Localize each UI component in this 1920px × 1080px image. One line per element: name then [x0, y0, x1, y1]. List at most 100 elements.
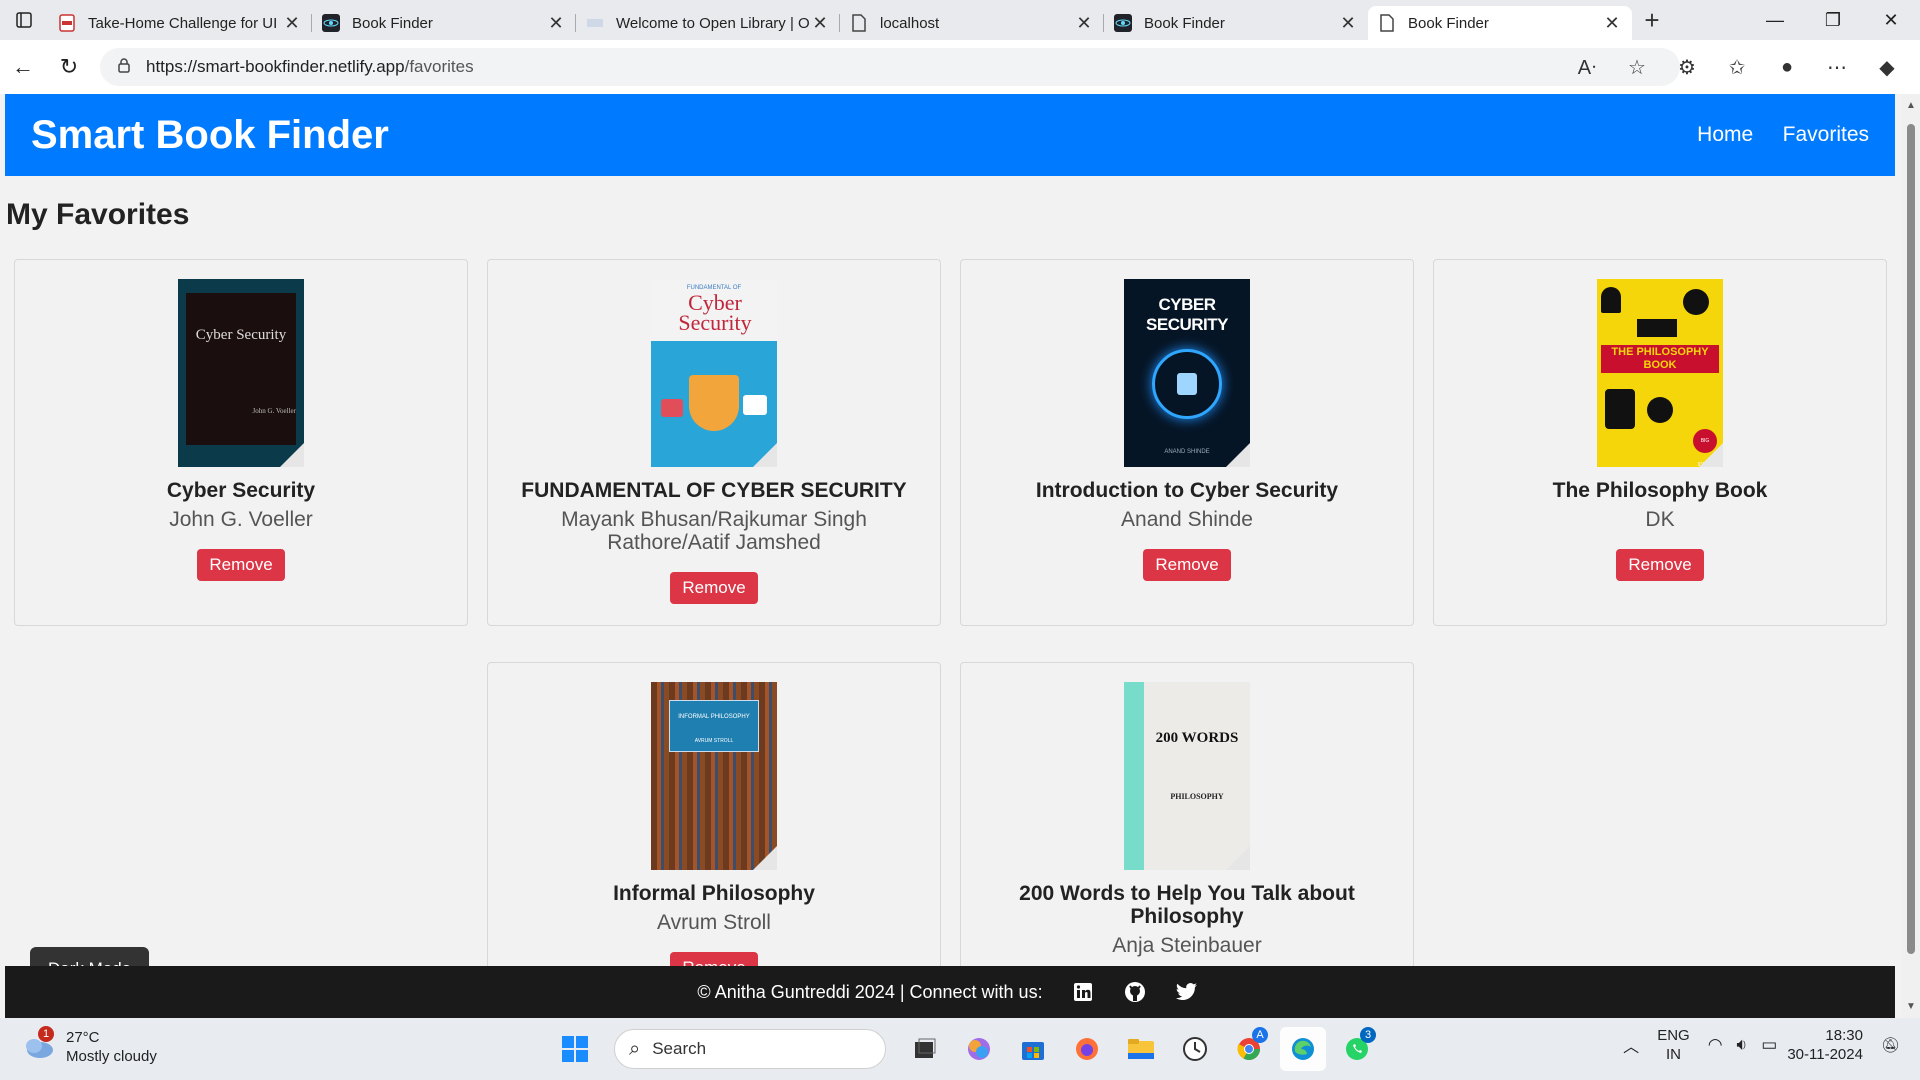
book-author: John G. Voeller [169, 508, 313, 531]
store-icon[interactable] [1010, 1027, 1056, 1071]
browser-tab-2[interactable]: Book Finder ✕ [312, 6, 576, 40]
windows-start-icon[interactable] [552, 1027, 598, 1071]
file-explorer-icon[interactable] [1118, 1027, 1164, 1071]
copilot-app-icon[interactable] [956, 1027, 1002, 1071]
notification-bell-icon[interactable]: 🔕︎ [1881, 1036, 1900, 1054]
weather-widget[interactable]: 1 27°C Mostly cloudy [22, 1026, 157, 1066]
more-menu-icon[interactable]: ⋯ [1814, 48, 1860, 86]
nav-favorites-link[interactable]: Favorites [1783, 123, 1869, 146]
restore-icon[interactable]: ❐ [1804, 0, 1862, 40]
tab-actions-button[interactable] [0, 0, 48, 40]
copilot-icon[interactable]: ◆ [1864, 48, 1910, 86]
browser-tab-3[interactable]: Welcome to Open Library | O ✕ [576, 6, 840, 40]
book-card: INFORMAL PHILOSOPHY AVRUM STROLL Informa… [487, 662, 941, 992]
site-title: Smart Book Finder [31, 112, 389, 157]
book-title: Informal Philosophy [613, 882, 815, 905]
minimize-icon[interactable]: — [1746, 0, 1804, 40]
cover-title: Cyber Security [195, 327, 287, 343]
window-controls: — ❐ ✕ [1746, 0, 1920, 40]
remove-button[interactable]: Remove [670, 572, 758, 604]
input-language[interactable]: ENG IN [1657, 1026, 1690, 1064]
cover-title: Cyber Security [678, 290, 752, 335]
cover-title: THE PHILOSOPHY BOOK [1601, 345, 1719, 373]
close-tab-icon[interactable]: ✕ [1338, 13, 1358, 34]
close-tab-icon[interactable]: ✕ [546, 13, 566, 34]
whatsapp-unread-badge: 3 [1360, 1027, 1376, 1043]
book-title: Introduction to Cyber Security [1035, 479, 1339, 502]
book-cover-image: CYBER SECURITY ANAND SHINDE [1124, 279, 1250, 467]
github-icon[interactable] [1119, 976, 1151, 1008]
lang-region: IN [1665, 1046, 1681, 1063]
scrollbar-thumb[interactable] [1907, 124, 1915, 954]
book-card: Cyber Security John G. Voeller Cyber Sec… [14, 259, 468, 626]
reload-button[interactable]: ↻ [46, 47, 92, 87]
react-icon [322, 14, 340, 32]
back-button[interactable]: ← [0, 47, 46, 87]
taskbar-clock[interactable]: 18:30 30-11-2024 [1787, 1026, 1863, 1064]
book-title: FUNDAMENTAL OF CYBER SECURITY [521, 479, 907, 502]
book-author: Anand Shinde [1121, 508, 1253, 531]
favorites-bar-icon[interactable]: ✩ [1714, 48, 1760, 86]
page-scrollbar[interactable]: ▲ ▼ [1902, 94, 1920, 1018]
book-card: CYBER SECURITY ANAND SHINDE Introduction… [960, 259, 1414, 626]
search-icon: ⌕ [629, 1037, 641, 1060]
close-tab-icon[interactable]: ✕ [1602, 13, 1622, 34]
browser-tab-4[interactable]: localhost ✕ [840, 6, 1104, 40]
twitter-icon[interactable] [1171, 976, 1203, 1008]
linkedin-icon[interactable] [1067, 976, 1099, 1008]
scroll-down-icon[interactable]: ▼ [1906, 1001, 1916, 1012]
cover-author: AVRUM STROLL [694, 738, 734, 744]
remove-button[interactable]: Remove [1143, 549, 1231, 581]
firefox-icon[interactable] [1064, 1027, 1110, 1071]
whatsapp-icon[interactable]: 3 [1334, 1027, 1380, 1071]
close-tab-icon[interactable]: ✕ [1074, 13, 1094, 34]
battery-icon: ▭ [1761, 1035, 1778, 1054]
close-window-icon[interactable]: ✕ [1862, 0, 1920, 40]
address-bar-row: ← ↻ https://smart-bookfinder.netlify.app… [0, 40, 1920, 94]
favorite-star-icon[interactable]: ☆ [1614, 48, 1660, 86]
close-tab-icon[interactable]: ✕ [282, 13, 302, 34]
browser-tab-5[interactable]: Book Finder ✕ [1104, 6, 1368, 40]
extensions-icon[interactable]: ⚙ [1664, 48, 1710, 86]
book-author: Anja Steinbauer [1112, 934, 1262, 957]
book-author: DK [1645, 508, 1675, 531]
scroll-up-icon[interactable]: ▲ [1906, 100, 1916, 111]
site-header: Smart Book Finder Home Favorites [5, 94, 1895, 176]
tray-indicators[interactable]: ◠ 🔉︎ ▭ [1708, 1035, 1778, 1055]
profile-avatar-icon[interactable]: ● [1764, 48, 1810, 86]
chrome-icon[interactable]: A [1226, 1027, 1272, 1071]
page-icon [850, 14, 868, 32]
new-tab-button[interactable]: + [1632, 5, 1672, 36]
tab-title: Take-Home Challenge for UI [88, 14, 278, 32]
clock-time: 18:30 [1825, 1027, 1863, 1044]
browser-tab-1[interactable]: Take-Home Challenge for UI ✕ [48, 6, 312, 40]
remove-button[interactable]: Remove [1616, 549, 1704, 581]
cover-subtitle: PHILOSOPHY [1170, 792, 1224, 801]
remove-button[interactable]: Remove [197, 549, 285, 581]
tab-title: Book Finder [1408, 14, 1489, 32]
url-path: /favorites [404, 57, 474, 76]
task-view-icon[interactable] [902, 1027, 948, 1071]
tab-actions-icon [16, 12, 32, 28]
system-tray: ︿ ENG IN ◠ 🔉︎ ▭ 18:30 30-11-2024 🔕︎ [1623, 1026, 1900, 1064]
tab-title: Welcome to Open Library | O [616, 14, 810, 32]
url-field[interactable]: https://smart-bookfinder.netlify.app/fav… [100, 48, 1680, 86]
book-card: THE PHILOSOPHY BOOK BIG IDEAS The Philos… [1433, 259, 1887, 626]
close-tab-icon[interactable]: ✕ [810, 13, 830, 34]
nav-home-link[interactable]: Home [1697, 123, 1753, 146]
openlibrary-icon [586, 14, 604, 32]
pdf-icon [58, 14, 76, 32]
browser-tab-6-active[interactable]: Book Finder ✕ [1368, 6, 1632, 40]
site-footer: © Anitha Guntreddi 2024 | Connect with u… [5, 966, 1895, 1018]
tray-overflow-icon[interactable]: ︿ [1623, 1033, 1639, 1057]
site-info-icon[interactable] [116, 57, 132, 78]
weather-desc: Mostly cloudy [66, 1048, 157, 1065]
book-title: Cyber Security [166, 479, 316, 502]
page-icon [1378, 14, 1396, 32]
page-viewport: Smart Book Finder Home Favorites My Favo… [0, 94, 1920, 1018]
taskbar-search[interactable]: ⌕ Search [614, 1029, 886, 1069]
react-icon [1114, 14, 1132, 32]
clock-app-icon[interactable] [1172, 1027, 1218, 1071]
edge-icon[interactable] [1280, 1027, 1326, 1071]
read-aloud-icon[interactable]: A͏ᐧ [1564, 48, 1610, 86]
